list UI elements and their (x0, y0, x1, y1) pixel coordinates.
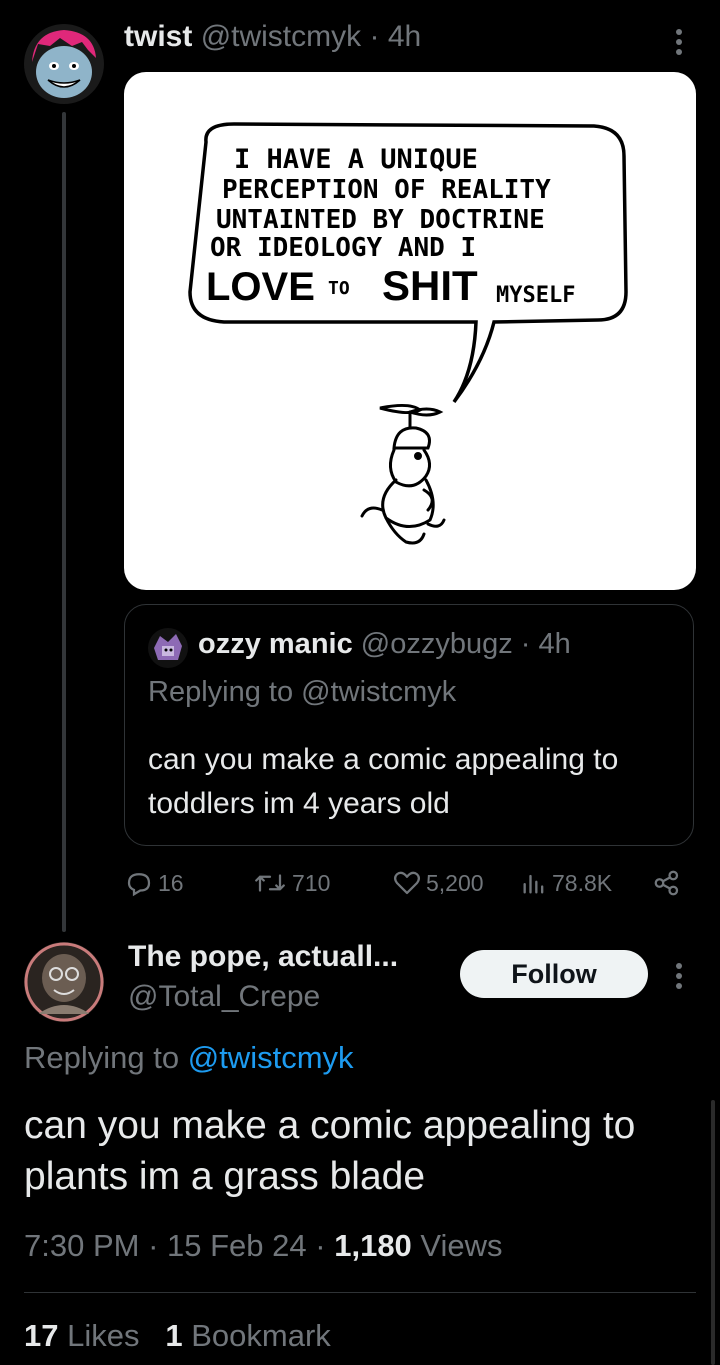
views-count: 78.8K (552, 869, 613, 896)
avatar-image (24, 24, 104, 104)
speech-big-1: LOVE (206, 265, 315, 309)
share-icon (654, 870, 679, 896)
timestamp: 4h (538, 628, 571, 660)
character-drawing (360, 403, 446, 545)
display-name[interactable]: The pope, actuall... (128, 940, 398, 974)
replying-prefix: Replying to (148, 676, 294, 708)
heart-icon (394, 871, 420, 895)
like-button[interactable]: 5,200 (392, 866, 484, 900)
tweet-header: twist @twistcmyk · 4h (124, 20, 421, 54)
display-name: ozzy manic (198, 628, 353, 660)
tweet-text: can you make a comic appealing to plants… (24, 1104, 636, 1198)
repost-icon (255, 874, 285, 892)
views-label: Views (420, 1228, 503, 1263)
speech-big-2: SHIT (382, 262, 478, 309)
timestamp[interactable]: 4h (388, 20, 421, 53)
display-name[interactable]: twist (124, 20, 192, 53)
speech-line-4: OR IDEOLOGY AND I (210, 233, 476, 263)
avatar-image (148, 628, 188, 668)
more-options-icon[interactable] (664, 24, 694, 60)
thread-line (62, 112, 66, 932)
likes-stat[interactable]: 17 Likes (24, 1318, 148, 1353)
reply-icon (127, 873, 151, 897)
handle[interactable]: @twistcmyk (201, 20, 361, 53)
avatar[interactable] (24, 24, 104, 104)
likes-label: Likes (67, 1318, 140, 1353)
share-button[interactable] (652, 866, 686, 900)
tweet-meta: 7:30 PM · 15 Feb 24 · 1,180 Views (24, 1228, 503, 1264)
tweet-date[interactable]: 15 Feb 24 (167, 1228, 307, 1263)
separator: · (369, 20, 380, 53)
repost-button[interactable]: 710 (252, 866, 330, 900)
views-icon (523, 874, 544, 894)
likes-count: 17 (24, 1318, 59, 1353)
views-count: 1,180 (334, 1228, 412, 1263)
bookmarks-count: 1 (165, 1318, 183, 1353)
separator: · (315, 1228, 326, 1263)
replying-to: Replying to @twistcmyk (24, 1040, 354, 1076)
separator: · (520, 628, 531, 660)
tweet-stats: 17 Likes 1 Bookmark (24, 1318, 331, 1354)
avatar[interactable] (24, 942, 104, 1022)
speech-end: MYSELF (496, 283, 575, 308)
bookmarks-label: Bookmark (191, 1318, 331, 1353)
follow-button[interactable]: Follow (460, 950, 648, 998)
comic-drawing: I HAVE A UNIQUE PERCEPTION OF REALITY UN… (188, 122, 628, 545)
speech-line-3: UNTAINTED BY DOCTRINE (216, 205, 545, 235)
reply-button[interactable]: 16 (124, 866, 184, 900)
replying-prefix: Replying to (24, 1040, 180, 1075)
avatar[interactable] (148, 628, 188, 668)
more-options-icon[interactable] (664, 958, 694, 994)
handle: @ozzybugz (360, 628, 513, 660)
separator: · (148, 1228, 159, 1263)
replying-to: Replying to @twistcmyk (148, 676, 456, 709)
replying-handle: @twistcmyk (301, 676, 457, 708)
bookmarks-stat[interactable]: 1 Bookmark (165, 1318, 330, 1353)
quoted-tweet-header: ozzy manic @ozzybugz · 4h (198, 628, 571, 661)
speech-to: TO (328, 278, 350, 299)
scrollbar[interactable] (711, 1100, 715, 1365)
repost-count: 710 (292, 869, 331, 896)
tweet-image[interactable]: I HAVE A UNIQUE PERCEPTION OF REALITY UN… (124, 72, 696, 590)
speech-line-1: I HAVE A UNIQUE (234, 144, 478, 175)
avatar-image (24, 942, 104, 1022)
divider (24, 1292, 696, 1293)
like-count: 5,200 (426, 869, 484, 896)
quoted-tweet-text: can you make a comic appealing to toddle… (148, 743, 619, 820)
reply-count: 16 (158, 869, 184, 896)
tweet-time[interactable]: 7:30 PM (24, 1228, 139, 1263)
views-button[interactable]: 78.8K (520, 866, 612, 900)
handle[interactable]: @Total_Crepe (128, 980, 320, 1014)
replying-handle-link[interactable]: @twistcmyk (188, 1040, 354, 1075)
speech-line-2: PERCEPTION OF REALITY (222, 175, 551, 205)
